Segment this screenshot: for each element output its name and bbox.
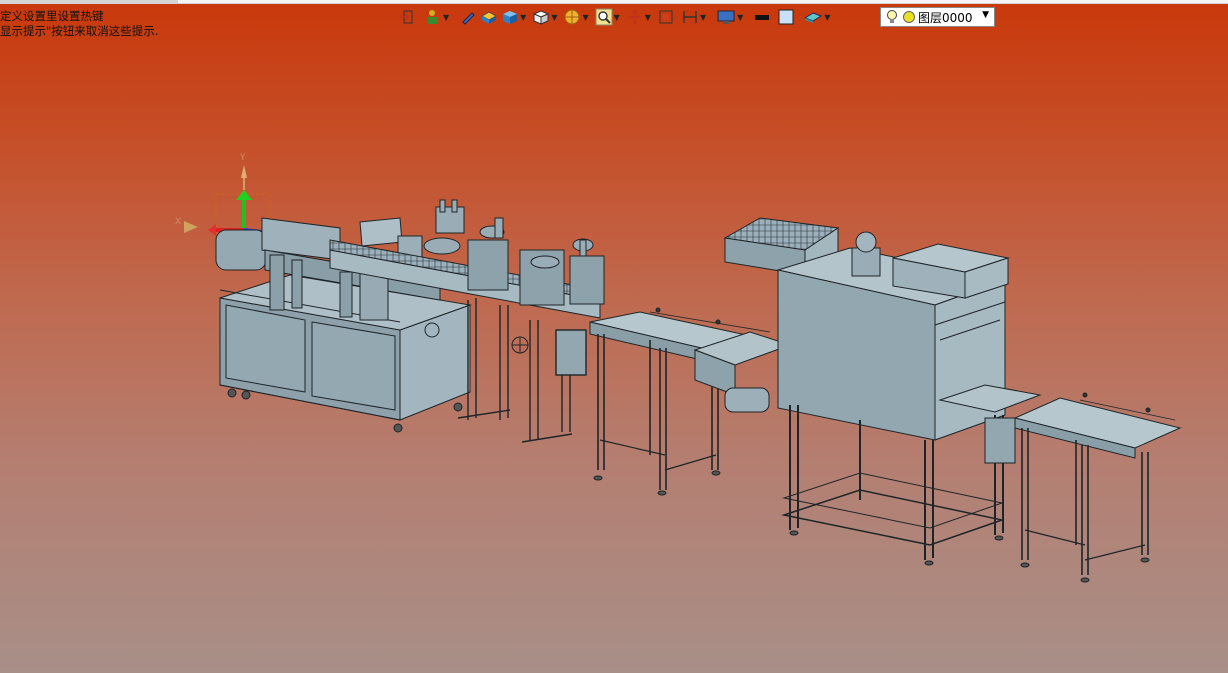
solid-dropdown[interactable]: ▼ <box>501 7 530 27</box>
axis-x-label: X <box>175 217 181 227</box>
lightbulb-icon <box>887 10 897 23</box>
person-dropdown[interactable]: ▼ <box>424 7 453 27</box>
layer-select[interactable]: 图层0000 ▼ <box>880 7 995 27</box>
shrink-tunnel[interactable] <box>693 217 1010 566</box>
section-dropdown[interactable]: ▼ <box>681 7 710 27</box>
section-icon <box>683 10 697 24</box>
box-button[interactable] <box>479 7 499 27</box>
chevron-down-icon: ▼ <box>824 12 831 22</box>
machine-left-legs[interactable] <box>457 298 587 443</box>
layer-yellow-icon <box>903 11 915 23</box>
display-icon <box>717 10 735 24</box>
fill-color-button[interactable] <box>777 7 795 27</box>
plane-icon <box>804 12 823 23</box>
pencil-icon <box>462 12 475 25</box>
chevron-down-icon: ▼ <box>443 12 450 22</box>
layer-name: 图层0000 <box>918 10 973 25</box>
view-toolbar: ▼ ▼ ▼ ▼ ▼ ▼ ▼ ▼ ▼ <box>398 6 834 28</box>
pan-icon <box>627 9 642 25</box>
view-cube-dropdown[interactable]: ▼ <box>532 7 561 27</box>
color-swatch-icon <box>778 9 794 25</box>
chevron-down-icon: ▼ <box>582 12 589 22</box>
chevron-down-icon: ▼ <box>644 12 651 22</box>
display-dropdown[interactable]: ▼ <box>716 7 747 27</box>
zoom-icon <box>595 8 613 26</box>
chevron-down-icon: ▼ <box>613 12 620 22</box>
cube-white-icon <box>533 10 550 25</box>
axis-triad[interactable]: Y X <box>175 153 271 236</box>
chevron-down-icon: ▼ <box>699 12 707 22</box>
plane-dropdown[interactable]: ▼ <box>803 7 834 27</box>
fit-button[interactable] <box>657 7 675 27</box>
cad-viewport[interactable]: Y X <box>0 0 1228 673</box>
chevron-down-icon: ▼ <box>982 10 989 20</box>
exit-icon <box>400 10 413 24</box>
axis-y-label: Y <box>239 153 246 163</box>
color-black-icon <box>755 15 770 20</box>
chevron-down-icon: ▼ <box>520 12 527 22</box>
render-dropdown[interactable]: ▼ <box>563 7 592 27</box>
fit-icon <box>659 10 673 24</box>
exit-button[interactable] <box>398 7 416 27</box>
person-icon <box>428 10 438 24</box>
chevron-down-icon: ▼ <box>551 12 558 22</box>
sketch-button[interactable] <box>459 7 477 27</box>
pan-dropdown[interactable]: ▼ <box>626 7 655 27</box>
line-color-button[interactable] <box>753 7 771 27</box>
sphere-icon <box>564 9 580 25</box>
cube-blue-icon <box>503 11 518 24</box>
chevron-down-icon: ▼ <box>737 12 744 22</box>
box-yellow-icon <box>481 11 498 24</box>
zoom-dropdown[interactable]: ▼ <box>595 7 624 27</box>
